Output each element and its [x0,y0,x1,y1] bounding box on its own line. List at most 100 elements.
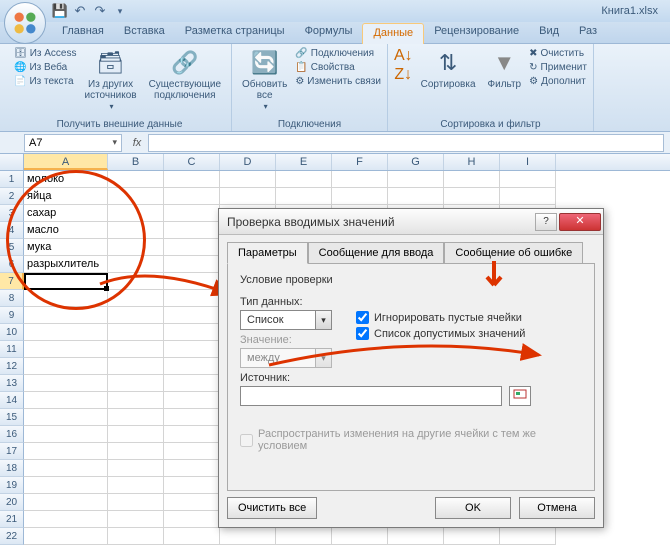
dropdown-list-input[interactable] [356,327,369,340]
cell[interactable] [388,188,444,205]
cell[interactable] [24,324,108,341]
dialog-tab-input-msg[interactable]: Сообщение для ввода [308,242,445,264]
col-header-f[interactable]: F [332,154,388,170]
cell[interactable] [444,188,500,205]
col-header-e[interactable]: E [276,154,332,170]
tab-layout[interactable]: Разметка страницы [175,22,295,43]
advanced-filter-button[interactable]: ⚙Дополнит [529,75,587,88]
cell[interactable] [164,256,220,273]
cell[interactable] [108,256,164,273]
row-header[interactable]: 5 [0,239,24,256]
sort-button[interactable]: ⇅Сортировка [417,47,480,92]
cell[interactable] [164,324,220,341]
cell[interactable] [164,273,220,290]
cell[interactable] [24,290,108,307]
connections-button[interactable]: 🔗Подключения [295,47,381,60]
cell[interactable] [24,409,108,426]
cell[interactable] [164,171,220,188]
row-header[interactable]: 19 [0,477,24,494]
cell[interactable] [164,358,220,375]
tab-home[interactable]: Главная [52,22,114,43]
cell[interactable] [444,528,500,545]
cell[interactable] [24,341,108,358]
fx-icon[interactable]: fx [128,137,146,149]
row-header[interactable]: 6 [0,256,24,273]
cell[interactable] [108,171,164,188]
name-box-dropdown-icon[interactable]: ▾ [112,137,117,148]
redo-icon[interactable]: ↷ [92,3,108,19]
dialog-tab-error-msg[interactable]: Сообщение об ошибке [444,242,583,264]
cancel-button[interactable]: Отмена [519,497,595,519]
cell[interactable] [108,375,164,392]
dialog-close-button[interactable]: ✕ [559,213,601,231]
cell[interactable] [24,358,108,375]
col-header-h[interactable]: H [444,154,500,170]
cell[interactable] [24,494,108,511]
cell[interactable] [24,392,108,409]
cell[interactable] [164,392,220,409]
formula-bar[interactable] [148,134,664,152]
col-header-a[interactable]: A [24,154,108,170]
ignore-blank-input[interactable] [356,311,369,324]
clear-filter-button[interactable]: ✖Очистить [529,47,587,60]
name-box[interactable]: A7 ▾ [24,134,122,152]
cell[interactable] [220,528,276,545]
row-header[interactable]: 10 [0,324,24,341]
filter-button[interactable]: ▼Фильтр [484,47,526,92]
cell[interactable]: молоко [24,171,108,188]
tab-formulas[interactable]: Формулы [295,22,363,43]
cell[interactable] [24,426,108,443]
row-header[interactable]: 7 [0,273,24,290]
cell[interactable] [108,409,164,426]
col-header-g[interactable]: G [388,154,444,170]
cell[interactable] [164,307,220,324]
row-header[interactable]: 14 [0,392,24,409]
tab-data[interactable]: Данные [362,23,424,44]
row-header[interactable]: 20 [0,494,24,511]
cell[interactable] [108,307,164,324]
cell[interactable] [164,375,220,392]
cell[interactable]: сахар [24,205,108,222]
dialog-titlebar[interactable]: Проверка вводимых значений ? ✕ [219,209,603,235]
row-header[interactable]: 8 [0,290,24,307]
dialog-tab-params[interactable]: Параметры [227,242,308,264]
cell[interactable] [108,392,164,409]
row-header[interactable]: 22 [0,528,24,545]
reapply-button[interactable]: ↻Применит [529,61,587,74]
cell[interactable] [108,426,164,443]
cell[interactable] [108,290,164,307]
cell[interactable] [388,171,444,188]
clear-all-button[interactable]: Очистить все [227,497,317,519]
cell[interactable] [164,460,220,477]
cell[interactable] [24,528,108,545]
row-header[interactable]: 12 [0,358,24,375]
cell[interactable] [500,171,556,188]
cell[interactable] [108,443,164,460]
col-header-c[interactable]: C [164,154,220,170]
col-header-d[interactable]: D [220,154,276,170]
tab-view[interactable]: Вид [529,22,569,43]
cell[interactable] [164,477,220,494]
cell[interactable] [164,188,220,205]
cell[interactable] [24,443,108,460]
row-header[interactable]: 4 [0,222,24,239]
cell[interactable] [164,528,220,545]
cell[interactable] [108,222,164,239]
cell[interactable] [332,171,388,188]
cell[interactable]: яйца [24,188,108,205]
tab-insert[interactable]: Вставка [114,22,175,43]
cell[interactable] [108,273,164,290]
cell[interactable] [276,528,332,545]
row-header[interactable]: 15 [0,409,24,426]
undo-icon[interactable]: ↶ [72,3,88,19]
from-access-button[interactable]: 🗄Из Access [14,47,77,60]
cell[interactable] [108,205,164,222]
cell[interactable] [164,222,220,239]
cell[interactable]: масло [24,222,108,239]
cell[interactable] [24,273,108,290]
cell[interactable] [164,426,220,443]
refresh-all-button[interactable]: 🔄Обновить все [238,47,291,114]
cell[interactable] [164,494,220,511]
cell[interactable] [24,477,108,494]
col-header-i[interactable]: I [500,154,556,170]
